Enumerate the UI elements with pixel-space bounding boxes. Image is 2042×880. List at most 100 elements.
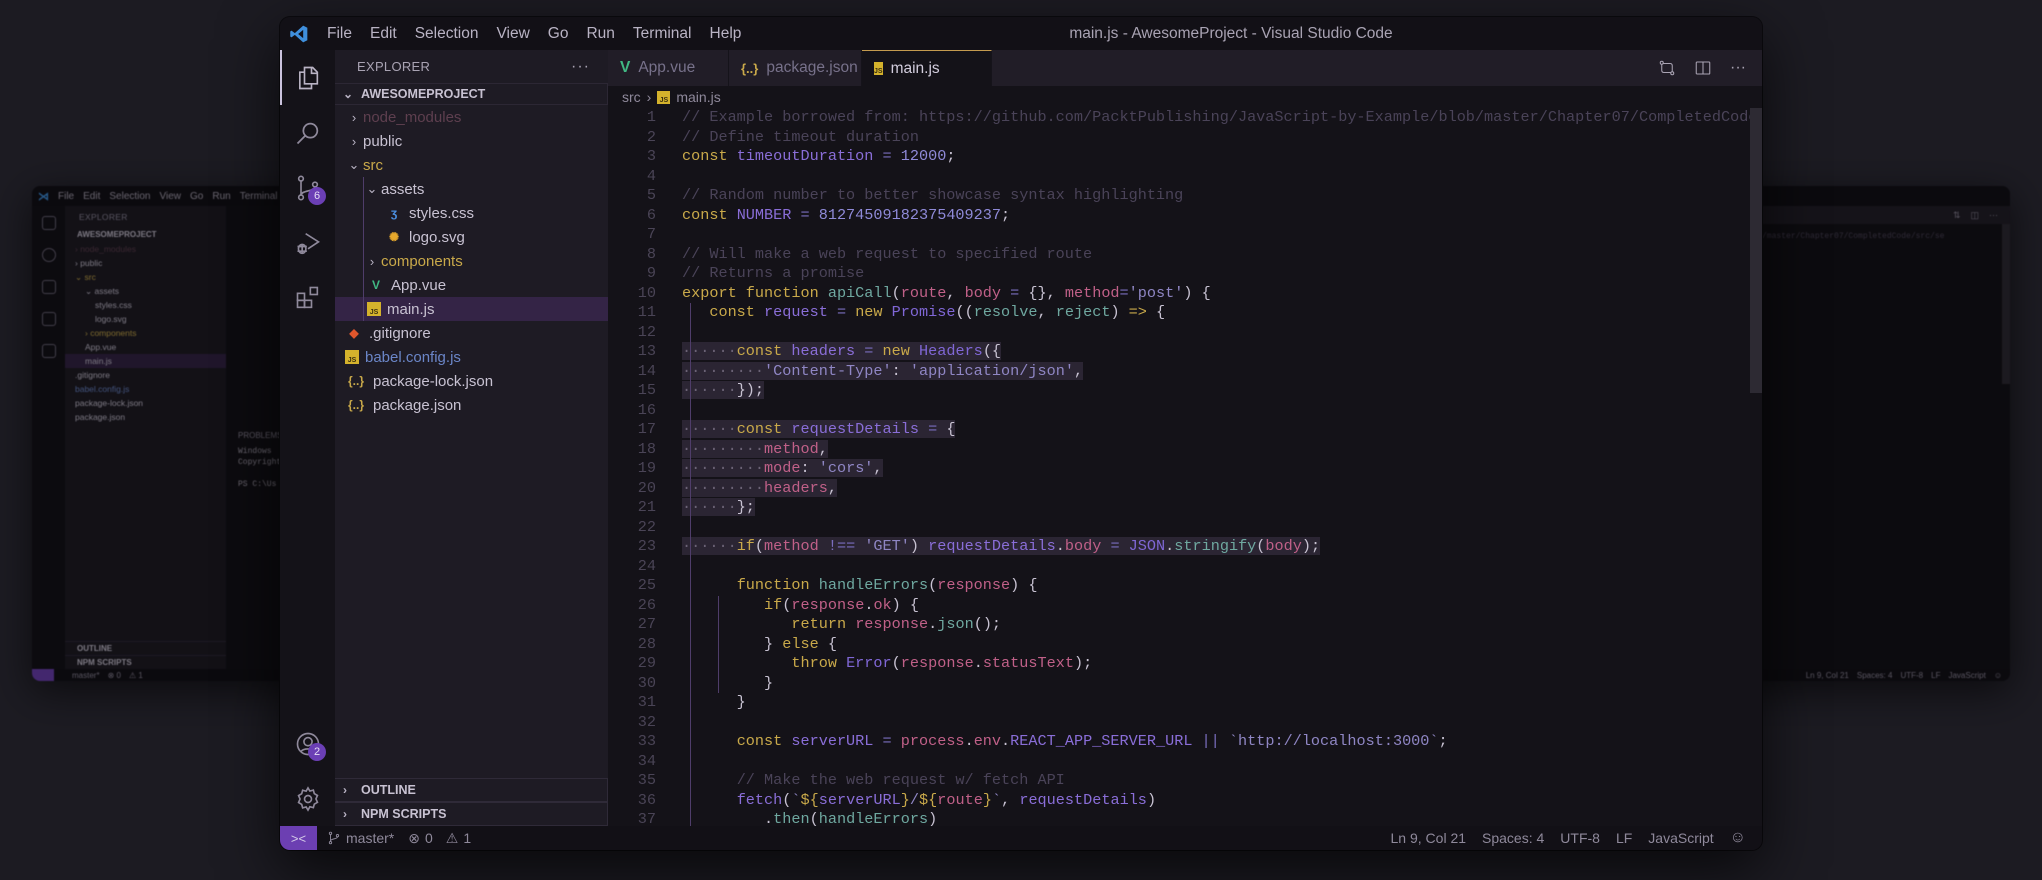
- cursor-position[interactable]: Ln 9, Col 21: [1391, 830, 1467, 846]
- tree-item[interactable]: ⌄ src: [335, 153, 608, 177]
- tree-item[interactable]: ⌄ assets: [335, 177, 608, 201]
- code-token: // Random number to better showcase synt…: [682, 186, 1184, 204]
- line-number: 11: [637, 303, 656, 321]
- tree-item-label: src: [363, 156, 383, 174]
- tree-item[interactable]: JS babel.config.js: [335, 345, 608, 369]
- code-token: =: [1001, 283, 1029, 302]
- menu-bar: File Edit Selection View Go Run Terminal…: [318, 17, 750, 50]
- bg-project-header: AWESOMEPROJECT: [77, 230, 157, 239]
- code-token: method: [764, 439, 819, 458]
- code-line: 26 if(response.ok) {: [608, 596, 1762, 616]
- code-line: 19 ·········mode: 'cors',: [608, 459, 1762, 479]
- tree-item[interactable]: › node_modules: [335, 105, 608, 129]
- code-line: 20 ·········headers,: [608, 478, 1762, 499]
- chevron-right-icon: ›: [351, 133, 357, 149]
- breadcrumb-src[interactable]: src: [622, 89, 641, 105]
- menu-view[interactable]: View: [487, 17, 538, 50]
- tree-item[interactable]: ✺ logo.svg: [335, 225, 608, 249]
- tab-package-json[interactable]: {..} package.json: [729, 50, 862, 86]
- code-token: json: [937, 615, 974, 633]
- code-editor[interactable]: 1 // Example borrowed from: https://githu…: [608, 108, 1762, 826]
- code-line: 3 const timeoutDuration = 12000;: [608, 147, 1762, 167]
- more-actions-icon[interactable]: ···: [1730, 59, 1746, 77]
- problems-status[interactable]: ⊗ 0 ⚠ 1: [408, 830, 471, 847]
- tree-item[interactable]: › public: [335, 129, 608, 153]
- tab-app-vue[interactable]: V App.vue: [608, 50, 729, 86]
- line-number: 13: [637, 342, 656, 360]
- bg-more-icon: ···: [1989, 210, 1998, 220]
- activity-accounts[interactable]: 2: [280, 716, 335, 771]
- code-token: 'application/json': [909, 361, 1074, 380]
- tree-item[interactable]: V App.vue: [335, 273, 608, 297]
- code-token: ): [1146, 790, 1157, 809]
- code-token: Headers: [919, 342, 983, 360]
- bg-menu-selection: Selection: [109, 190, 151, 202]
- code-line: 28 } else {: [608, 635, 1762, 655]
- activity-source-control[interactable]: 6: [280, 160, 335, 215]
- remote-indicator[interactable]: ><: [280, 826, 317, 850]
- branch-status[interactable]: master*: [327, 830, 394, 846]
- code-token: apiCall: [827, 283, 892, 302]
- code-token: response: [791, 595, 865, 614]
- tree-item[interactable]: {..} package.json: [335, 393, 608, 417]
- line-number: 1: [646, 108, 656, 126]
- bg-tree-item: App.vue: [85, 342, 117, 352]
- line-number: 17: [637, 420, 656, 438]
- activity-run-debug[interactable]: [280, 215, 335, 270]
- debug-icon: [297, 232, 320, 254]
- code-token: ) {: [891, 595, 920, 614]
- menu-selection[interactable]: Selection: [406, 17, 488, 50]
- line-ending[interactable]: LF: [1616, 830, 1632, 846]
- tree-item[interactable]: ʒ styles.css: [335, 201, 608, 225]
- feedback-icon[interactable]: ☺: [1730, 829, 1746, 847]
- tree-item[interactable]: {..} package-lock.json: [335, 369, 608, 393]
- tree-item[interactable]: ◆ .gitignore: [335, 321, 608, 345]
- code-token: export function: [682, 283, 828, 302]
- language-mode[interactable]: JavaScript: [1648, 830, 1713, 846]
- activity-extensions[interactable]: [280, 270, 335, 325]
- code-token: env: [973, 732, 1002, 750]
- editor-scrollbar[interactable]: [1750, 108, 1762, 393]
- code-content: // Will make a web request to specified …: [682, 245, 1092, 265]
- project-header[interactable]: ⌄ AWESOMEPROJECT: [335, 83, 608, 105]
- activity-manage[interactable]: [280, 771, 335, 826]
- menu-edit[interactable]: Edit: [361, 17, 406, 50]
- bg-menu-run: Run: [212, 190, 231, 202]
- code-token: handleErrors: [818, 810, 929, 826]
- compare-changes-icon[interactable]: [1658, 59, 1676, 77]
- menu-go[interactable]: Go: [539, 17, 578, 50]
- code-token: ) {: [1183, 283, 1211, 302]
- menu-run[interactable]: Run: [577, 17, 623, 50]
- code-line: 6 const NUMBER = 81274509182375409237;: [608, 206, 1762, 226]
- code-line: 32: [608, 713, 1762, 733]
- menu-terminal[interactable]: Terminal: [624, 17, 701, 50]
- menu-help[interactable]: Help: [701, 17, 751, 50]
- indentation[interactable]: Spaces: 4: [1482, 830, 1544, 846]
- split-editor-icon[interactable]: [1694, 59, 1712, 77]
- chevron-right-icon: ›: [369, 253, 375, 269]
- activity-search[interactable]: [280, 105, 335, 160]
- js-icon: JS: [874, 62, 883, 75]
- code-token: // Example borrowed from: https://github…: [682, 108, 1762, 126]
- menu-file[interactable]: File: [318, 17, 361, 50]
- tree-item[interactable]: › components: [335, 249, 608, 273]
- breadcrumb-file[interactable]: main.js: [676, 89, 720, 105]
- tab-main-js[interactable]: JS main.js: [862, 50, 992, 86]
- code-content: ·········'Content-Type': 'application/js…: [682, 361, 1084, 382]
- code-token: `http://localhost:3000`: [1228, 732, 1439, 750]
- source-control-badge: 6: [308, 187, 326, 205]
- tree-item-label: App.vue: [391, 276, 447, 294]
- code-token: ,: [1037, 303, 1056, 321]
- code-token: }: [682, 673, 774, 692]
- code-line: 14 ·········'Content-Type': 'application/…: [608, 361, 1762, 382]
- code-content: // Make the web request w/ fetch API: [682, 771, 1065, 791]
- outline-section[interactable]: › OUTLINE: [335, 778, 608, 802]
- npm-scripts-section[interactable]: › NPM SCRIPTS: [335, 802, 608, 826]
- code-token: NUMBER: [736, 205, 792, 224]
- encoding[interactable]: UTF-8: [1560, 830, 1600, 846]
- code-content: // Random number to better showcase synt…: [682, 186, 1183, 206]
- activity-explorer[interactable]: [280, 50, 335, 105]
- explorer-more-button[interactable]: ···: [571, 58, 590, 76]
- extensions-icon: [41, 344, 56, 358]
- tree-item[interactable]: JS main.js: [335, 297, 608, 321]
